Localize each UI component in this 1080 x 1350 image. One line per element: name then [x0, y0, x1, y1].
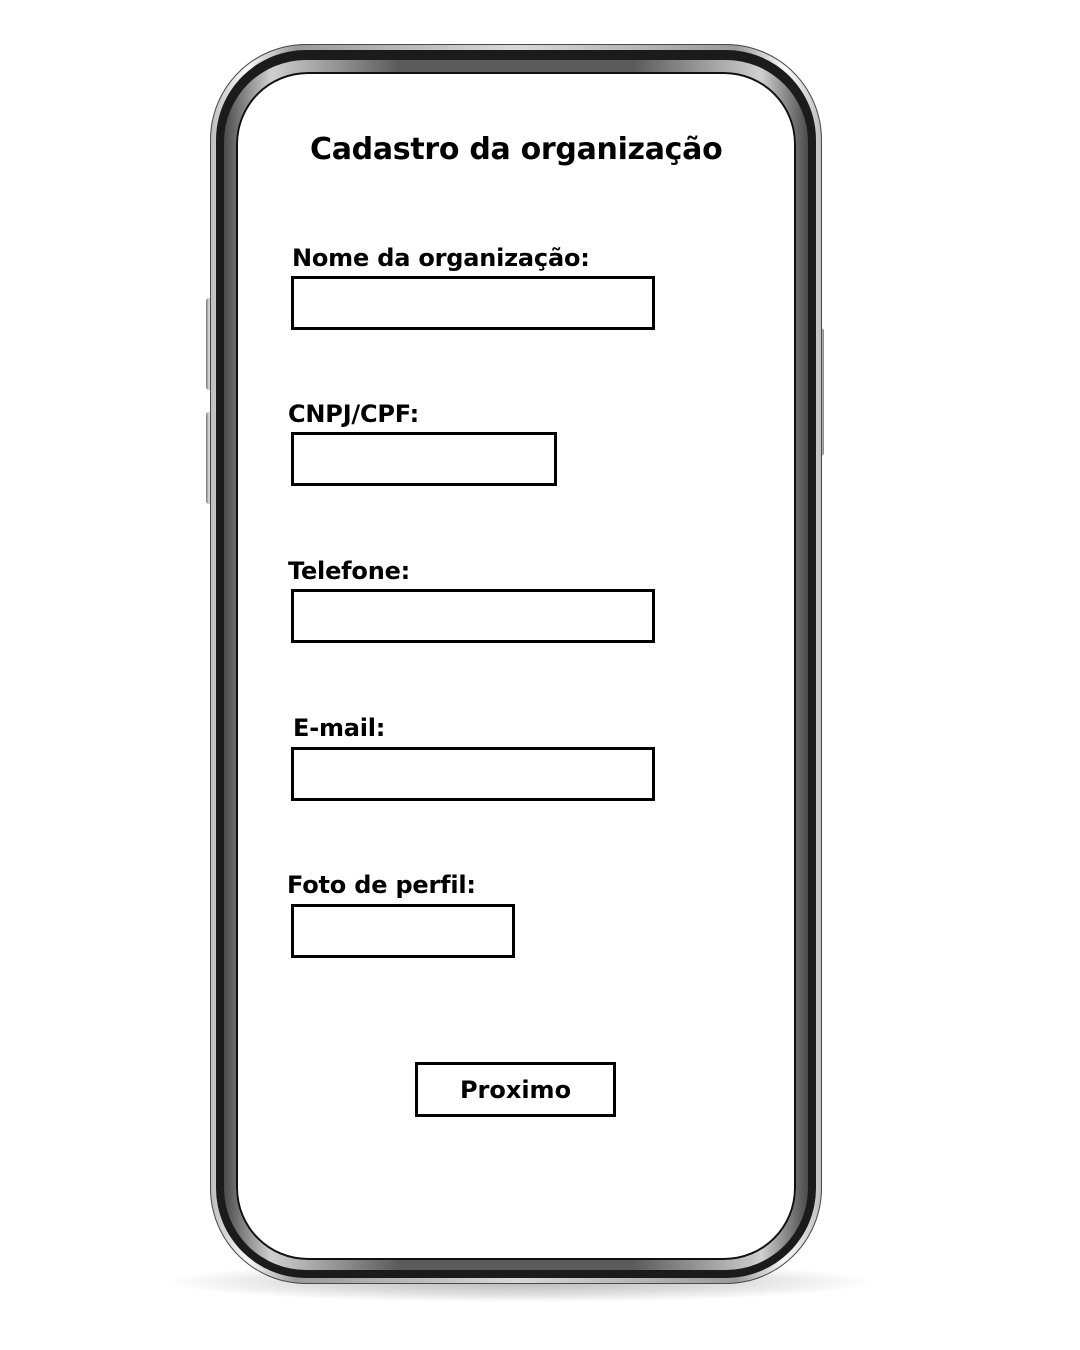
phone-input[interactable]: [291, 589, 655, 643]
organization-name-label: Nome da organização:: [292, 244, 590, 272]
email-label: E-mail:: [293, 714, 386, 742]
profile-photo-label: Foto de perfil:: [287, 871, 476, 899]
phone-label: Telefone:: [288, 557, 411, 585]
profile-photo-upload[interactable]: [291, 904, 515, 958]
page-title: Cadastro da organização: [310, 132, 723, 167]
next-button[interactable]: Proximo: [415, 1062, 616, 1117]
organization-name-input[interactable]: [291, 276, 655, 330]
cnpj-cpf-input[interactable]: [291, 432, 557, 486]
cnpj-cpf-label: CNPJ/CPF:: [288, 400, 420, 428]
email-input[interactable]: [291, 747, 655, 801]
mockup-stage: Cadastro da organização Nome da organiza…: [0, 0, 1080, 1350]
